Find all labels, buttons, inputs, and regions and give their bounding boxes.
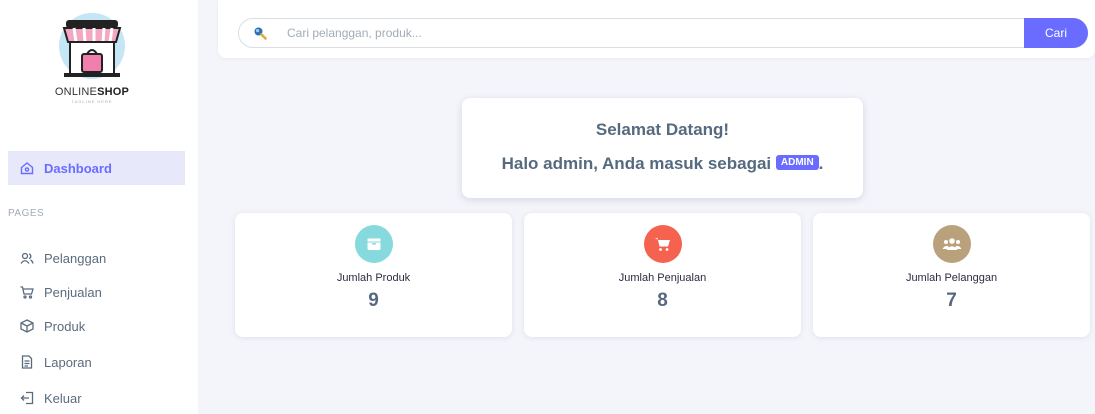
sidebar-section-label: PAGES bbox=[8, 208, 45, 219]
search-box: Cari bbox=[238, 18, 1088, 48]
sidebar-item-label: Pelanggan bbox=[44, 250, 107, 266]
sidebar-item-keluar[interactable]: Keluar bbox=[8, 381, 185, 414]
box-icon bbox=[20, 319, 34, 333]
stat-value: 7 bbox=[946, 290, 957, 311]
stat-card-penjualan: Jumlah Penjualan 8 bbox=[524, 213, 801, 337]
search-bar: Cari bbox=[218, 0, 1095, 58]
sidebar-item-penjualan[interactable]: Penjualan bbox=[8, 275, 185, 309]
search-input[interactable] bbox=[287, 23, 987, 43]
box-icon bbox=[354, 225, 393, 263]
sidebar-item-label: Dashboard bbox=[44, 160, 112, 176]
sidebar-item-label: Penjualan bbox=[44, 284, 102, 300]
brand-logo[interactable]: ONLINESHOP TAGLINE HERE bbox=[52, 12, 132, 120]
stat-label: Jumlah Penjualan bbox=[618, 272, 707, 284]
home-icon bbox=[20, 161, 34, 175]
sidebar: ONLINESHOP TAGLINE HERE Dashboard PAGES … bbox=[0, 0, 198, 414]
sidebar-item-label: Keluar bbox=[44, 390, 82, 406]
sidebar-item-produk[interactable]: Produk bbox=[8, 309, 185, 343]
search-button[interactable]: Cari bbox=[1024, 18, 1088, 48]
stat-label: Jumlah Pelanggan bbox=[905, 272, 998, 284]
brand-name: ONLINESHOP bbox=[54, 86, 130, 98]
sidebar-item-label: Produk bbox=[44, 318, 86, 334]
file-icon bbox=[20, 355, 34, 369]
sidebar-item-label: Laporan bbox=[44, 354, 92, 370]
stat-card-pelanggan: Jumlah Pelanggan 7 bbox=[813, 213, 1090, 337]
search-icon bbox=[253, 26, 267, 45]
brand-tagline: TAGLINE HERE bbox=[71, 99, 113, 104]
stat-value: 9 bbox=[368, 290, 379, 311]
shop-logo-icon bbox=[59, 13, 125, 79]
role-badge: ADMIN bbox=[775, 155, 819, 171]
users-icon bbox=[932, 225, 971, 263]
welcome-message: Halo admin, Anda masuk sebagai ADMIN. bbox=[462, 154, 863, 174]
sidebar-item-laporan[interactable]: Laporan bbox=[8, 345, 185, 379]
welcome-title: Selamat Datang! bbox=[595, 120, 730, 139]
stat-label: Jumlah Produk bbox=[336, 272, 411, 284]
stat-card-produk: Jumlah Produk 9 bbox=[235, 213, 512, 337]
sidebar-item-dashboard[interactable]: Dashboard bbox=[8, 151, 185, 185]
cart-icon bbox=[643, 225, 682, 263]
stat-value: 8 bbox=[657, 290, 668, 311]
welcome-suffix: . bbox=[818, 154, 824, 173]
users-icon bbox=[20, 251, 34, 265]
welcome-greeting: Halo admin, Anda masuk sebagai bbox=[501, 154, 772, 173]
cart-icon bbox=[20, 285, 34, 299]
welcome-card: Selamat Datang! Halo admin, Anda masuk s… bbox=[462, 98, 863, 198]
sidebar-item-pelanggan[interactable]: Pelanggan bbox=[8, 241, 185, 275]
logout-icon bbox=[20, 391, 34, 405]
